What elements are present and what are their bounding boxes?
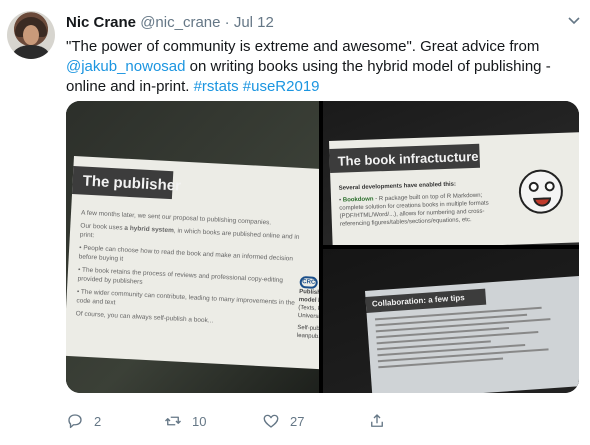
slide-body: A few months later, we sent our proposal…: [75, 208, 311, 334]
tweet-header: Nic Crane @nic_crane · Jul 12: [66, 14, 274, 31]
header-separator: ·: [220, 14, 234, 31]
hashtag-user2019[interactable]: #useR2019: [243, 78, 320, 95]
reply-button[interactable]: 2: [66, 411, 101, 431]
reply-count: 2: [94, 413, 102, 429]
slide-keyword: Bookdown: [342, 196, 374, 204]
slide-book-infrastructure: The book infractucture Several developme…: [329, 131, 579, 245]
side-line4: University: [297, 312, 319, 321]
slide-collaboration-tips: Collaboration: a few tips: [365, 275, 579, 393]
retweet-icon: [165, 416, 181, 426]
share-button[interactable]: [368, 411, 396, 431]
mention-link[interactable]: @jakub_nowosad: [66, 58, 185, 75]
slide-body: Several developments have enabled this: …: [339, 179, 490, 228]
avatar-body: [13, 45, 49, 59]
like-count: 27: [290, 413, 305, 429]
slide-the-publisher: The publisher A few months later, we sen…: [66, 156, 319, 370]
like-button[interactable]: 27: [262, 411, 304, 431]
tweet-text-part1: "The power of community is extreme and a…: [66, 38, 540, 55]
share-icon: [371, 414, 383, 427]
slide-para2b: a hybrid system: [124, 224, 174, 235]
slide-side-text: Publishers model boo (Texts, Pr Universi…: [297, 288, 319, 342]
author-name[interactable]: Nic Crane: [66, 14, 136, 31]
tweet-text: "The power of community is extreme and a…: [66, 37, 581, 97]
hashtag-rstats[interactable]: #rstats: [194, 78, 239, 95]
cartoon-eye-right: [544, 181, 555, 192]
tweet-date[interactable]: Jul 12: [234, 14, 274, 31]
reply-icon: [68, 414, 82, 429]
side-line6: leanpub.c: [296, 332, 319, 341]
retweet-button[interactable]: 10: [164, 411, 206, 431]
author-avatar[interactable]: [7, 11, 55, 59]
slide-lead: Several developments have enabled this:: [338, 181, 457, 192]
photo-the-publisher[interactable]: The publisher A few months later, we sen…: [66, 101, 319, 393]
slide-text-lines: [374, 305, 568, 372]
photo-collaboration-tips[interactable]: Collaboration: a few tips: [323, 249, 579, 393]
photo-book-infrastructure[interactable]: The book infractucture Several developme…: [323, 101, 579, 245]
slide-bookdown: • Bookdown - R package built on top of R…: [338, 192, 489, 228]
media-grid: The publisher A few months later, we sen…: [66, 101, 579, 393]
author-handle[interactable]: @nic_crane: [140, 14, 220, 31]
retweet-count: 10: [192, 413, 207, 429]
tweet-actions: 2 10 27: [66, 411, 566, 431]
slide-para2a: Our book uses: [80, 222, 125, 232]
avatar-face: [23, 25, 39, 45]
cartoon-mouth: [533, 197, 552, 207]
heart-icon: [263, 414, 279, 428]
chevron-down-icon[interactable]: [568, 14, 580, 26]
cartoon-character-icon: [518, 168, 564, 215]
crc-logo: CRC: [299, 275, 319, 289]
cartoon-eye-left: [528, 181, 539, 193]
